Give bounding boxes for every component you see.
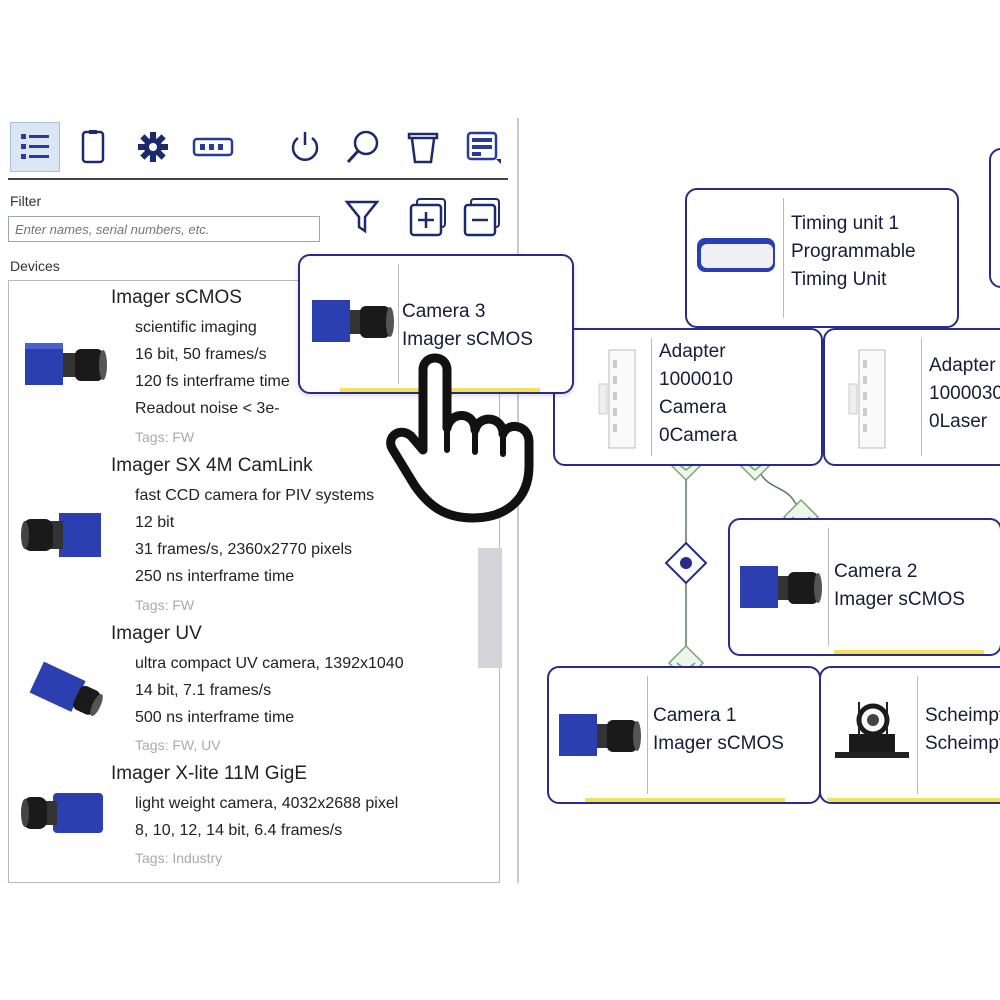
device-item-imager-uv[interactable]: Imager UV ultra compact UV camera, 1392x…	[9, 623, 479, 763]
device-spec: 500 ns interframe time	[135, 709, 295, 726]
node-adapter-laser[interactable]: Adapter 1000030 0Laser	[823, 328, 1000, 466]
adapter-image	[848, 349, 886, 449]
device-spec: 8, 10, 12, 14 bit, 6.4 frames/s	[135, 822, 343, 839]
device-title: Imager SX 4M CamLink	[111, 455, 313, 476]
device-spec: ultra compact UV camera, 1392x1040	[135, 655, 404, 672]
search-icon	[346, 130, 379, 164]
collapse-all-button[interactable]	[462, 196, 504, 243]
toolbar	[0, 118, 517, 180]
trash-icon	[407, 132, 439, 164]
node-line: Timing Unit	[791, 269, 887, 290]
device-tags: Tags: FW	[135, 429, 195, 445]
funnel-icon	[344, 200, 380, 234]
device-spec: 250 ns interframe time	[135, 568, 295, 585]
adapter-image	[598, 349, 636, 449]
filter-button[interactable]	[342, 196, 382, 241]
node-adapter-camera[interactable]: Adapter 1000010 Camera 0Camera	[553, 328, 823, 466]
device-spec: fast CCD camera for PIV systems	[135, 487, 375, 504]
status-bar	[827, 798, 1000, 802]
layout-icon	[466, 131, 501, 164]
toolbar-separator	[8, 178, 508, 180]
node-line: 1000030	[929, 383, 1000, 404]
node-line: Imager sCMOS	[834, 589, 965, 610]
module-icon	[192, 137, 234, 157]
scrollbar-thumb[interactable]	[478, 548, 502, 668]
node-line: Programmable	[791, 241, 916, 262]
expand-icon	[409, 198, 446, 237]
node-line: Adapter	[659, 341, 726, 362]
device-title: Imager X-lite 11M GigE	[111, 763, 308, 784]
device-spec: scientific imaging	[135, 319, 257, 336]
node-camera-2[interactable]: Camera 2 Imager sCMOS	[728, 518, 1000, 656]
device-spec: Readout noise < 3e-	[135, 400, 280, 417]
scheimpflug-image	[835, 702, 909, 758]
node-line: Camera 3	[402, 301, 486, 322]
device-title: Imager UV	[111, 623, 202, 644]
delete-button[interactable]	[398, 122, 448, 172]
camera-image	[740, 566, 822, 608]
camera-image	[21, 793, 103, 833]
node-camera-1[interactable]: Camera 1 Imager sCMOS	[547, 666, 821, 804]
clipboard-icon	[81, 130, 105, 164]
link-icon	[664, 541, 708, 585]
diagram-canvas[interactable]: Timing unit 1 Programmable Timing Unit A…	[519, 118, 1000, 883]
settings-button[interactable]	[128, 122, 178, 172]
filter-input[interactable]	[8, 216, 320, 242]
device-item-imager-x-lite[interactable]: Imager X-lite 11M GigE light weight came…	[9, 763, 479, 882]
device-tags: Tags: FW	[135, 597, 195, 613]
device-spec: light weight camera, 4032x2688 pixel	[135, 795, 399, 812]
search-button[interactable]	[338, 122, 388, 172]
list-view-button[interactable]	[10, 122, 60, 172]
node-line: 1000010	[659, 369, 733, 390]
node-line: Camera 2	[834, 561, 918, 582]
camera-image	[559, 714, 641, 756]
device-spec: 14 bit, 7.1 frames/s	[135, 682, 272, 699]
node-partial[interactable]	[989, 148, 1000, 288]
hand-cursor-icon	[386, 353, 534, 523]
device-title: Imager sCMOS	[111, 287, 242, 308]
gear-icon	[138, 132, 168, 162]
node-timing-unit[interactable]: Timing unit 1 Programmable Timing Unit	[685, 188, 959, 328]
camera-image	[29, 661, 103, 716]
node-line: Camera	[659, 397, 727, 418]
device-spec: 120 fs interframe time	[135, 373, 290, 390]
node-line: 0Laser	[929, 411, 988, 432]
node-line: Adapter	[929, 355, 996, 376]
timing-unit-image	[697, 238, 775, 272]
power-icon	[291, 132, 319, 161]
expand-all-button[interactable]	[408, 196, 450, 243]
device-spec: 31 frames/s, 2360x2770 pixels	[135, 541, 353, 558]
devices-label: Devices	[10, 258, 60, 274]
node-line: Imager sCMOS	[653, 733, 784, 754]
node-line: Camera 1	[653, 705, 737, 726]
layout-button[interactable]	[458, 122, 508, 172]
device-spec: 16 bit, 50 frames/s	[135, 346, 267, 363]
device-spec: 12 bit	[135, 514, 175, 531]
camera-image	[312, 300, 394, 342]
node-line: Timing unit 1	[791, 213, 900, 234]
camera-image	[21, 513, 101, 557]
clipboard-button[interactable]	[68, 122, 118, 172]
device-tags: Tags: Industry	[135, 850, 223, 866]
status-bar	[585, 798, 785, 802]
node-scheimpflug[interactable]: Scheimpflug Scheimpflug	[819, 666, 1000, 804]
camera-image	[25, 343, 107, 385]
module-button[interactable]	[188, 122, 238, 172]
filter-label: Filter	[10, 193, 42, 209]
list-view-icon	[21, 134, 49, 159]
status-bar	[834, 650, 984, 654]
node-line: Scheimpflug	[925, 705, 1000, 726]
collapse-icon	[463, 198, 500, 237]
power-button[interactable]	[280, 122, 330, 172]
node-line: 0Camera	[659, 425, 738, 446]
node-line: Scheimpflug	[925, 733, 1000, 754]
device-tags: Tags: FW, UV	[135, 737, 221, 753]
